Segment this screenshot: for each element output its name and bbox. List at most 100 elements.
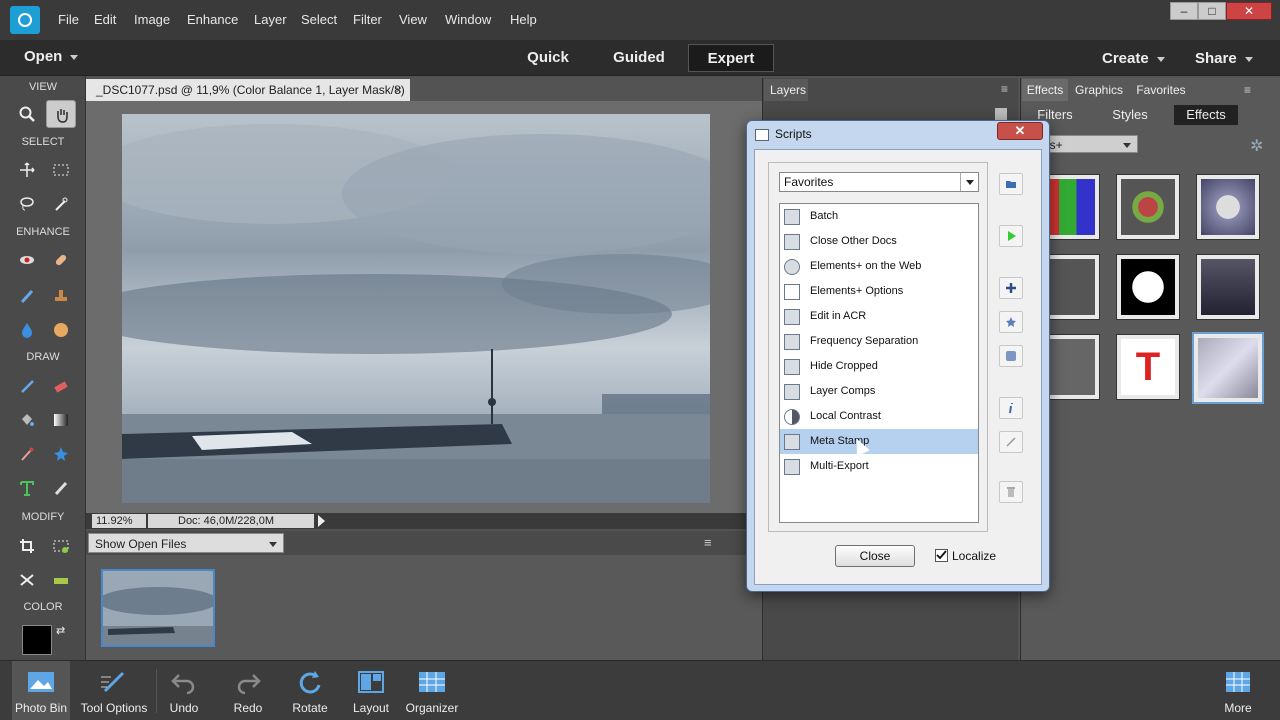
- edit-button[interactable]: [999, 431, 1023, 453]
- fx-button[interactable]: [999, 345, 1023, 367]
- app-logo-icon[interactable]: [10, 6, 40, 34]
- gradient-tool[interactable]: [46, 406, 76, 434]
- maximize-button[interactable]: □: [1198, 2, 1226, 20]
- scripts-list[interactable]: Batch Close Other Docs Elements+ on the …: [779, 203, 979, 523]
- dialog-close-icon[interactable]: ✕: [997, 122, 1043, 140]
- subtab-effects[interactable]: Effects: [1174, 105, 1238, 125]
- effect-thumbnail[interactable]: [1116, 254, 1180, 320]
- tab-effects[interactable]: Effects: [1022, 79, 1068, 101]
- quick-selection-tool[interactable]: [46, 190, 76, 218]
- more-button[interactable]: More: [1214, 661, 1262, 720]
- effect-thumbnail[interactable]: [1116, 174, 1180, 240]
- sponge-tool[interactable]: [46, 316, 76, 344]
- layout-button[interactable]: Layout: [346, 661, 396, 720]
- minimize-button[interactable]: –: [1170, 2, 1198, 20]
- script-item-local-contrast[interactable]: Local Contrast: [780, 404, 978, 429]
- menu-window[interactable]: Window: [445, 12, 491, 27]
- favorite-button[interactable]: [999, 311, 1023, 333]
- recompose-tool[interactable]: [46, 532, 76, 560]
- photo-bin-button[interactable]: Photo Bin: [12, 661, 70, 720]
- effect-thumbnail[interactable]: [1196, 174, 1260, 240]
- paint-bucket-tool[interactable]: [12, 406, 42, 434]
- menu-edit[interactable]: Edit: [94, 12, 116, 27]
- eraser-tool[interactable]: [46, 372, 76, 400]
- photo-bin-thumbnail[interactable]: [101, 569, 215, 647]
- add-script-button[interactable]: [999, 277, 1023, 299]
- zoom-tool[interactable]: [12, 100, 42, 128]
- close-icon[interactable]: ×: [395, 79, 402, 101]
- red-eye-tool[interactable]: [12, 246, 42, 274]
- hand-tool[interactable]: [46, 100, 76, 128]
- window-close-button[interactable]: ✕: [1226, 2, 1272, 20]
- menu-help[interactable]: Help: [510, 12, 537, 27]
- script-item-multi-export[interactable]: Multi-Export: [780, 454, 978, 479]
- open-button[interactable]: Open: [24, 48, 79, 65]
- menu-enhance[interactable]: Enhance: [187, 12, 238, 27]
- tab-guided[interactable]: Guided: [598, 44, 680, 72]
- undo-button[interactable]: Undo: [162, 661, 206, 720]
- crop-tool[interactable]: [12, 532, 42, 560]
- script-item-hide-cropped[interactable]: Hide Cropped: [780, 354, 978, 379]
- lasso-tool[interactable]: [12, 190, 42, 218]
- effect-thumbnail[interactable]: [1196, 254, 1260, 320]
- tab-layers[interactable]: Layers: [764, 79, 808, 101]
- menu-select[interactable]: Select: [301, 12, 337, 27]
- tab-graphics[interactable]: Graphics: [1070, 79, 1128, 101]
- effect-thumbnail[interactable]: T: [1116, 334, 1180, 400]
- zoom-readout[interactable]: 11.92%: [92, 514, 146, 528]
- tab-expert[interactable]: Expert: [688, 44, 774, 72]
- type-tool[interactable]: [12, 474, 42, 502]
- blur-tool[interactable]: [12, 316, 42, 344]
- create-button[interactable]: Create: [1102, 50, 1165, 67]
- script-item-meta-stamp[interactable]: Meta Stamp: [780, 429, 978, 454]
- close-button[interactable]: Close: [835, 545, 915, 567]
- menu-image[interactable]: Image: [134, 12, 170, 27]
- marquee-tool[interactable]: [46, 156, 76, 184]
- clone-stamp-tool[interactable]: [46, 282, 76, 310]
- script-item-batch[interactable]: Batch: [780, 204, 978, 229]
- menu-view[interactable]: View: [399, 12, 427, 27]
- document-tab[interactable]: _DSC1077.psd @ 11,9% (Color Balance 1, L…: [86, 79, 410, 119]
- run-script-button[interactable]: [999, 225, 1023, 247]
- info-button[interactable]: [999, 397, 1023, 419]
- swap-colors-icon[interactable]: ⇄: [56, 624, 70, 638]
- spot-healing-tool[interactable]: [46, 246, 76, 274]
- script-category-select[interactable]: Favorites: [779, 172, 979, 192]
- organizer-button[interactable]: Organizer: [402, 661, 462, 720]
- eyedropper-tool[interactable]: [12, 440, 42, 468]
- share-button[interactable]: Share: [1195, 50, 1253, 67]
- script-item-edit-in-acr[interactable]: Edit in ACR: [780, 304, 978, 329]
- effects-panel-menu-icon[interactable]: ≡: [1244, 83, 1251, 97]
- effect-thumbnail-selected[interactable]: [1192, 332, 1264, 404]
- delete-button[interactable]: [999, 481, 1023, 503]
- subtab-styles[interactable]: Styles: [1100, 105, 1160, 125]
- layers-panel-menu-icon[interactable]: ≡: [1001, 82, 1008, 96]
- pencil-tool[interactable]: [46, 474, 76, 502]
- menu-filter[interactable]: Filter: [353, 12, 382, 27]
- tool-options-button[interactable]: Tool Options: [76, 661, 152, 720]
- tab-favorites[interactable]: Favorites: [1130, 79, 1192, 101]
- script-item-close-other-docs[interactable]: Close Other Docs: [780, 229, 978, 254]
- status-menu-arrow-icon[interactable]: [318, 515, 325, 527]
- script-item-elements-options[interactable]: Elements+ Options: [780, 279, 978, 304]
- menu-layer[interactable]: Layer: [254, 12, 287, 27]
- script-item-elements-web[interactable]: Elements+ on the Web: [780, 254, 978, 279]
- menu-file[interactable]: File: [58, 12, 79, 27]
- script-item-frequency-separation[interactable]: Frequency Separation: [780, 329, 978, 354]
- smart-brush-tool[interactable]: [12, 282, 42, 310]
- foreground-color-swatch[interactable]: [22, 625, 52, 655]
- localize-checkbox[interactable]: [935, 549, 948, 562]
- content-aware-move-tool[interactable]: [12, 566, 42, 594]
- script-item-layer-comps[interactable]: Layer Comps: [780, 379, 978, 404]
- open-folder-button[interactable]: [999, 173, 1023, 195]
- gear-icon[interactable]: ✲: [1250, 136, 1263, 156]
- rotate-button[interactable]: Rotate: [286, 661, 334, 720]
- document-image[interactable]: [122, 114, 710, 503]
- photo-bin-menu-icon[interactable]: ≡: [704, 535, 712, 550]
- custom-shape-tool[interactable]: [46, 440, 76, 468]
- photo-bin-select[interactable]: Show Open Files: [88, 533, 284, 553]
- redo-button[interactable]: Redo: [226, 661, 270, 720]
- straighten-tool[interactable]: [46, 566, 76, 594]
- brush-tool[interactable]: [12, 372, 42, 400]
- tab-quick[interactable]: Quick: [514, 44, 582, 72]
